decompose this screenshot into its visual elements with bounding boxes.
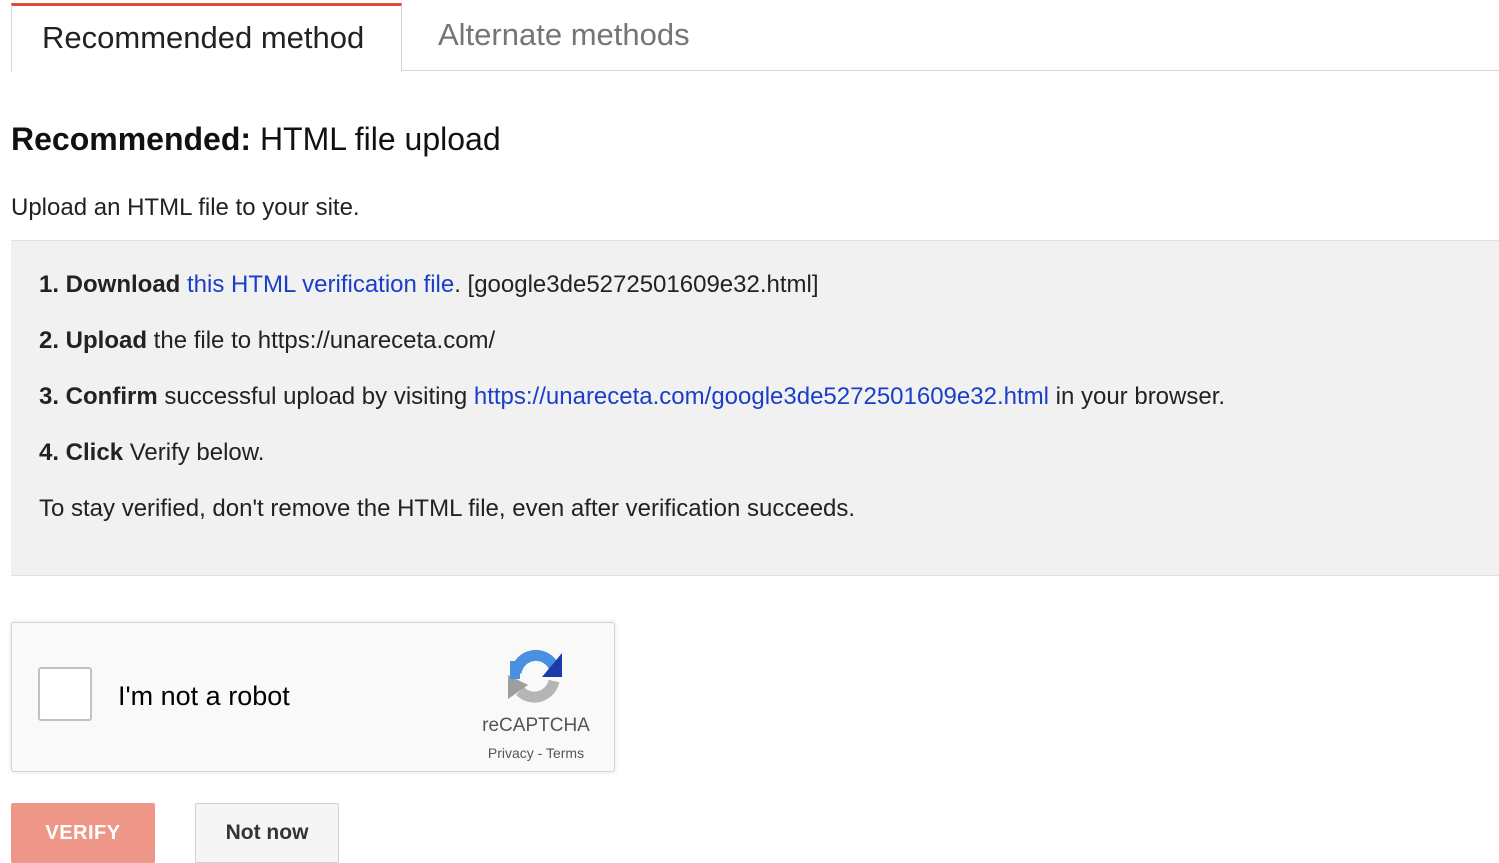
recaptcha-logo-icon bbox=[508, 649, 562, 703]
verify-button[interactable]: VERIFY bbox=[11, 803, 155, 863]
step-click-text: Verify below. bbox=[123, 439, 265, 466]
method-tabs: Recommended method Alternate methods bbox=[0, 0, 1499, 72]
step-download-filename: . [google3de5272501609e32.html] bbox=[454, 271, 819, 298]
tab-recommended-label: Recommended method bbox=[42, 20, 365, 55]
page-title-rest: HTML file upload bbox=[251, 121, 501, 157]
recaptcha-links: Privacy - Terms bbox=[474, 745, 598, 761]
tab-recommended-method[interactable]: Recommended method bbox=[11, 3, 402, 72]
step-upload-text: the file to https://unareceta.com/ bbox=[147, 327, 496, 354]
step-upload: 2. Upload the file to https://unareceta.… bbox=[39, 327, 495, 355]
page-title: Recommended: HTML file upload bbox=[11, 121, 501, 158]
step-confirm: 3. Confirm successful upload by visiting… bbox=[39, 383, 1225, 411]
step-click-bold: 4. Click bbox=[39, 439, 124, 466]
tab-alternate-methods[interactable]: Alternate methods bbox=[438, 17, 690, 53]
recaptcha-privacy-link[interactable]: Privacy bbox=[488, 745, 534, 761]
verification-file-link[interactable]: this HTML verification file bbox=[187, 271, 454, 298]
recaptcha-links-separator: - bbox=[533, 745, 546, 761]
step-click: 4. Click Verify below. bbox=[39, 439, 264, 467]
instructions-panel: 1. Download this HTML verification file.… bbox=[11, 240, 1499, 576]
step-download-bold: 1. Download bbox=[39, 271, 181, 298]
not-now-button[interactable]: Not now bbox=[195, 803, 339, 863]
upload-description: Upload an HTML file to your site. bbox=[11, 194, 360, 221]
step-upload-bold: 2. Upload bbox=[39, 327, 148, 354]
not-a-robot-checkbox[interactable] bbox=[38, 667, 92, 721]
not-a-robot-label: I'm not a robot bbox=[118, 681, 290, 711]
step-download: 1. Download this HTML verification file.… bbox=[39, 271, 819, 299]
recaptcha-terms-link[interactable]: Terms bbox=[546, 745, 584, 761]
step-confirm-after: in your browser. bbox=[1048, 383, 1226, 410]
tab-divider bbox=[402, 70, 1499, 71]
confirm-url-link[interactable]: https://unareceta.com/google3de527250160… bbox=[474, 383, 1049, 410]
recaptcha-brand: reCAPTCHA bbox=[482, 715, 590, 736]
step-confirm-bold: 3. Confirm bbox=[39, 383, 158, 410]
page-title-bold: Recommended: bbox=[11, 121, 252, 157]
recaptcha-widget: I'm not a robot reCAPTCHA Privacy - Term… bbox=[11, 622, 615, 772]
step-confirm-text: successful upload by visiting bbox=[157, 383, 474, 410]
stay-verified-note: To stay verified, don't remove the HTML … bbox=[39, 495, 856, 522]
